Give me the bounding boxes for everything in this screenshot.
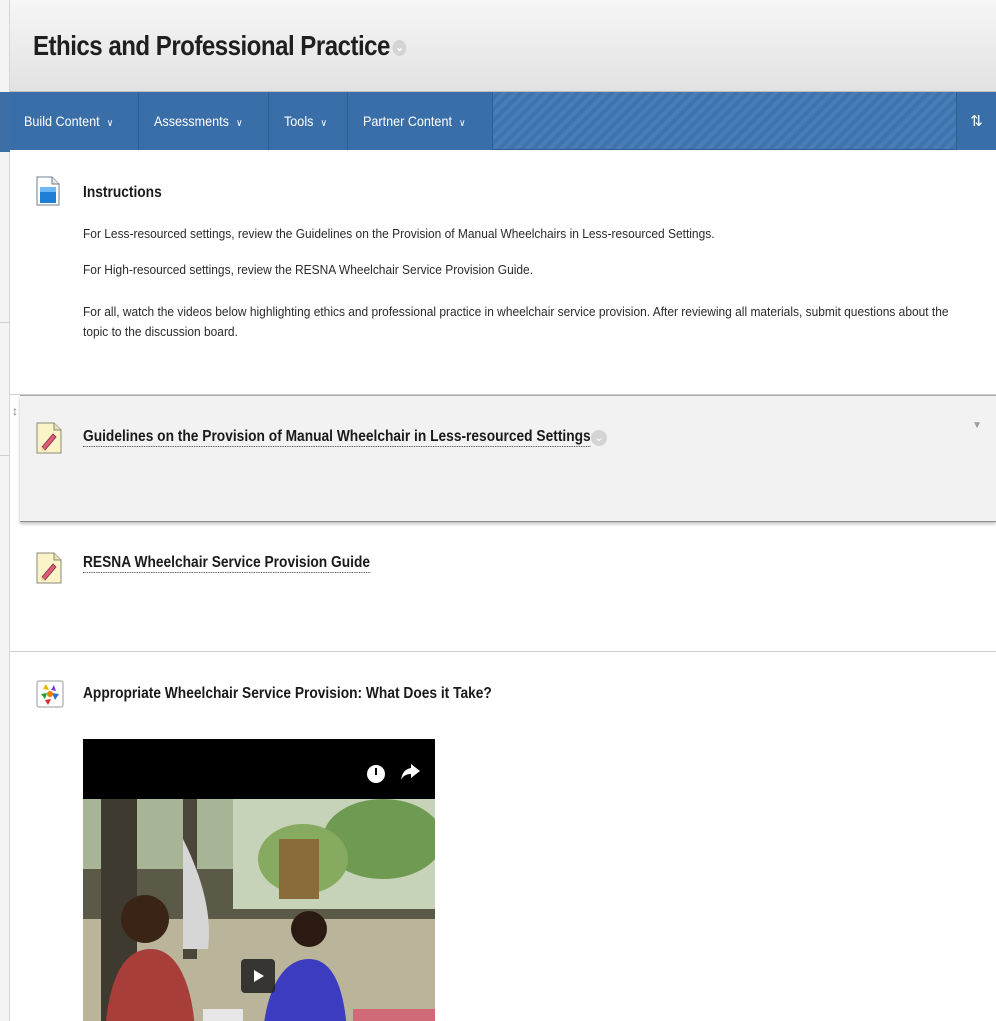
action-menu: Build Content ∨ Assessments ∨ Tools ∨ Pa… — [10, 92, 493, 150]
left-gutter — [0, 0, 10, 1021]
drag-handle-icon[interactable]: ↕ — [12, 404, 18, 418]
guidelines-link[interactable]: Guidelines on the Provision of Manual Wh… — [83, 428, 591, 447]
gutter-divider — [0, 455, 10, 456]
instructions-paragraph: For High-resourced settings, review the … — [83, 262, 534, 277]
title-bar: Ethics and Professional Practice ⌄ — [10, 0, 996, 92]
file-pencil-icon — [36, 552, 62, 589]
instructions-paragraph: For Less-resourced settings, review the … — [83, 226, 715, 241]
partner-content-label: Partner Content — [362, 113, 452, 129]
chevron-down-icon: ∨ — [458, 118, 466, 129]
video-header — [83, 739, 435, 799]
gutter-divider — [0, 322, 10, 323]
reorder-button[interactable]: ⇅ — [956, 92, 996, 150]
play-button-icon[interactable] — [241, 959, 275, 993]
video-title: Appropriate Wheelchair Service Provision… — [83, 685, 492, 702]
file-pencil-icon — [36, 422, 62, 459]
assessments-menu[interactable]: Assessments ∨ — [139, 92, 269, 150]
build-content-label: Build Content — [24, 113, 100, 129]
video-player[interactable] — [83, 739, 435, 1021]
instructions-paragraph: For all, watch the videos below highligh… — [83, 304, 949, 339]
share-arrow-icon[interactable] — [399, 761, 421, 783]
content-item-guidelines[interactable]: ↕ Guidelines on the Provision of Manual … — [12, 395, 996, 522]
page-title-text: Ethics and Professional Practice — [33, 30, 390, 61]
resna-title: RESNA Wheelchair Service Provision Guide — [83, 554, 371, 571]
chevron-down-icon: ∨ — [320, 118, 327, 129]
gutter-accent — [0, 92, 10, 152]
chevron-down-icon: ∨ — [106, 118, 114, 129]
partner-content-menu[interactable]: Partner Content ∨ — [347, 92, 493, 150]
guidelines-title: Guidelines on the Provision of Manual Wh… — [83, 428, 591, 445]
triangle-down-icon[interactable]: ▼ — [972, 420, 982, 431]
content-item-instructions: Instructions For Less-resourced settings… — [10, 150, 996, 395]
watch-later-clock-icon[interactable] — [367, 765, 385, 783]
reorder-icon: ⇅ — [970, 113, 983, 130]
build-content-menu[interactable]: Build Content ∨ — [10, 92, 140, 150]
tools-menu[interactable]: Tools ∨ — [268, 92, 348, 150]
content-item-video: Appropriate Wheelchair Service Provision… — [10, 652, 996, 1021]
page-title: Ethics and Professional Practice ⌄ — [33, 30, 407, 62]
action-bar: Build Content ∨ Assessments ∨ Tools ∨ Pa… — [10, 92, 996, 150]
instructions-title: Instructions — [83, 184, 162, 201]
tools-label: Tools — [283, 113, 314, 129]
multimedia-icon — [36, 680, 64, 713]
item-options-chevron-icon[interactable]: ⌄ — [591, 430, 607, 446]
course-content-page: Ethics and Professional Practice ⌄ Build … — [10, 0, 996, 1021]
chevron-down-icon: ∨ — [236, 118, 243, 129]
resna-link[interactable]: RESNA Wheelchair Service Provision Guide — [83, 554, 371, 573]
content-item-resna: RESNA Wheelchair Service Provision Guide — [10, 522, 996, 652]
assessments-label: Assessments — [154, 113, 230, 129]
title-options-chevron-icon[interactable]: ⌄ — [392, 39, 407, 56]
document-icon — [36, 176, 60, 211]
